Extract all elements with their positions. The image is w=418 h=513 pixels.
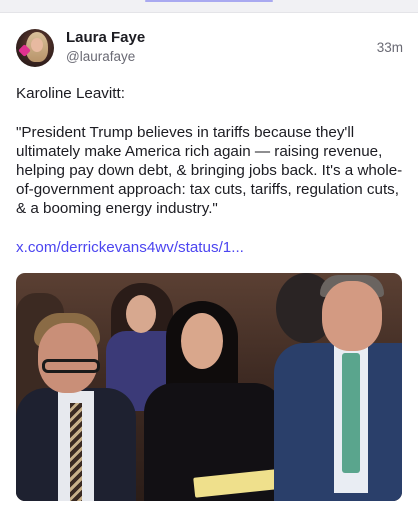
author-handle[interactable]: @laurafaye xyxy=(66,49,135,64)
post-image[interactable] xyxy=(16,273,402,501)
post-timestamp: 33m xyxy=(376,40,403,55)
post-intro-text: Karoline Leavitt: xyxy=(16,85,125,102)
post-quote-text: "President Trump believes in tariffs bec… xyxy=(16,124,403,217)
post-link[interactable]: x.com/derrickevans4wv/status/1... xyxy=(16,239,244,256)
top-indicator xyxy=(145,0,273,2)
author-name[interactable]: Laura Faye xyxy=(66,29,145,46)
post-card[interactable]: Laura Faye @laurafaye 33m Karoline Leavi… xyxy=(0,12,418,513)
avatar[interactable] xyxy=(16,29,54,67)
